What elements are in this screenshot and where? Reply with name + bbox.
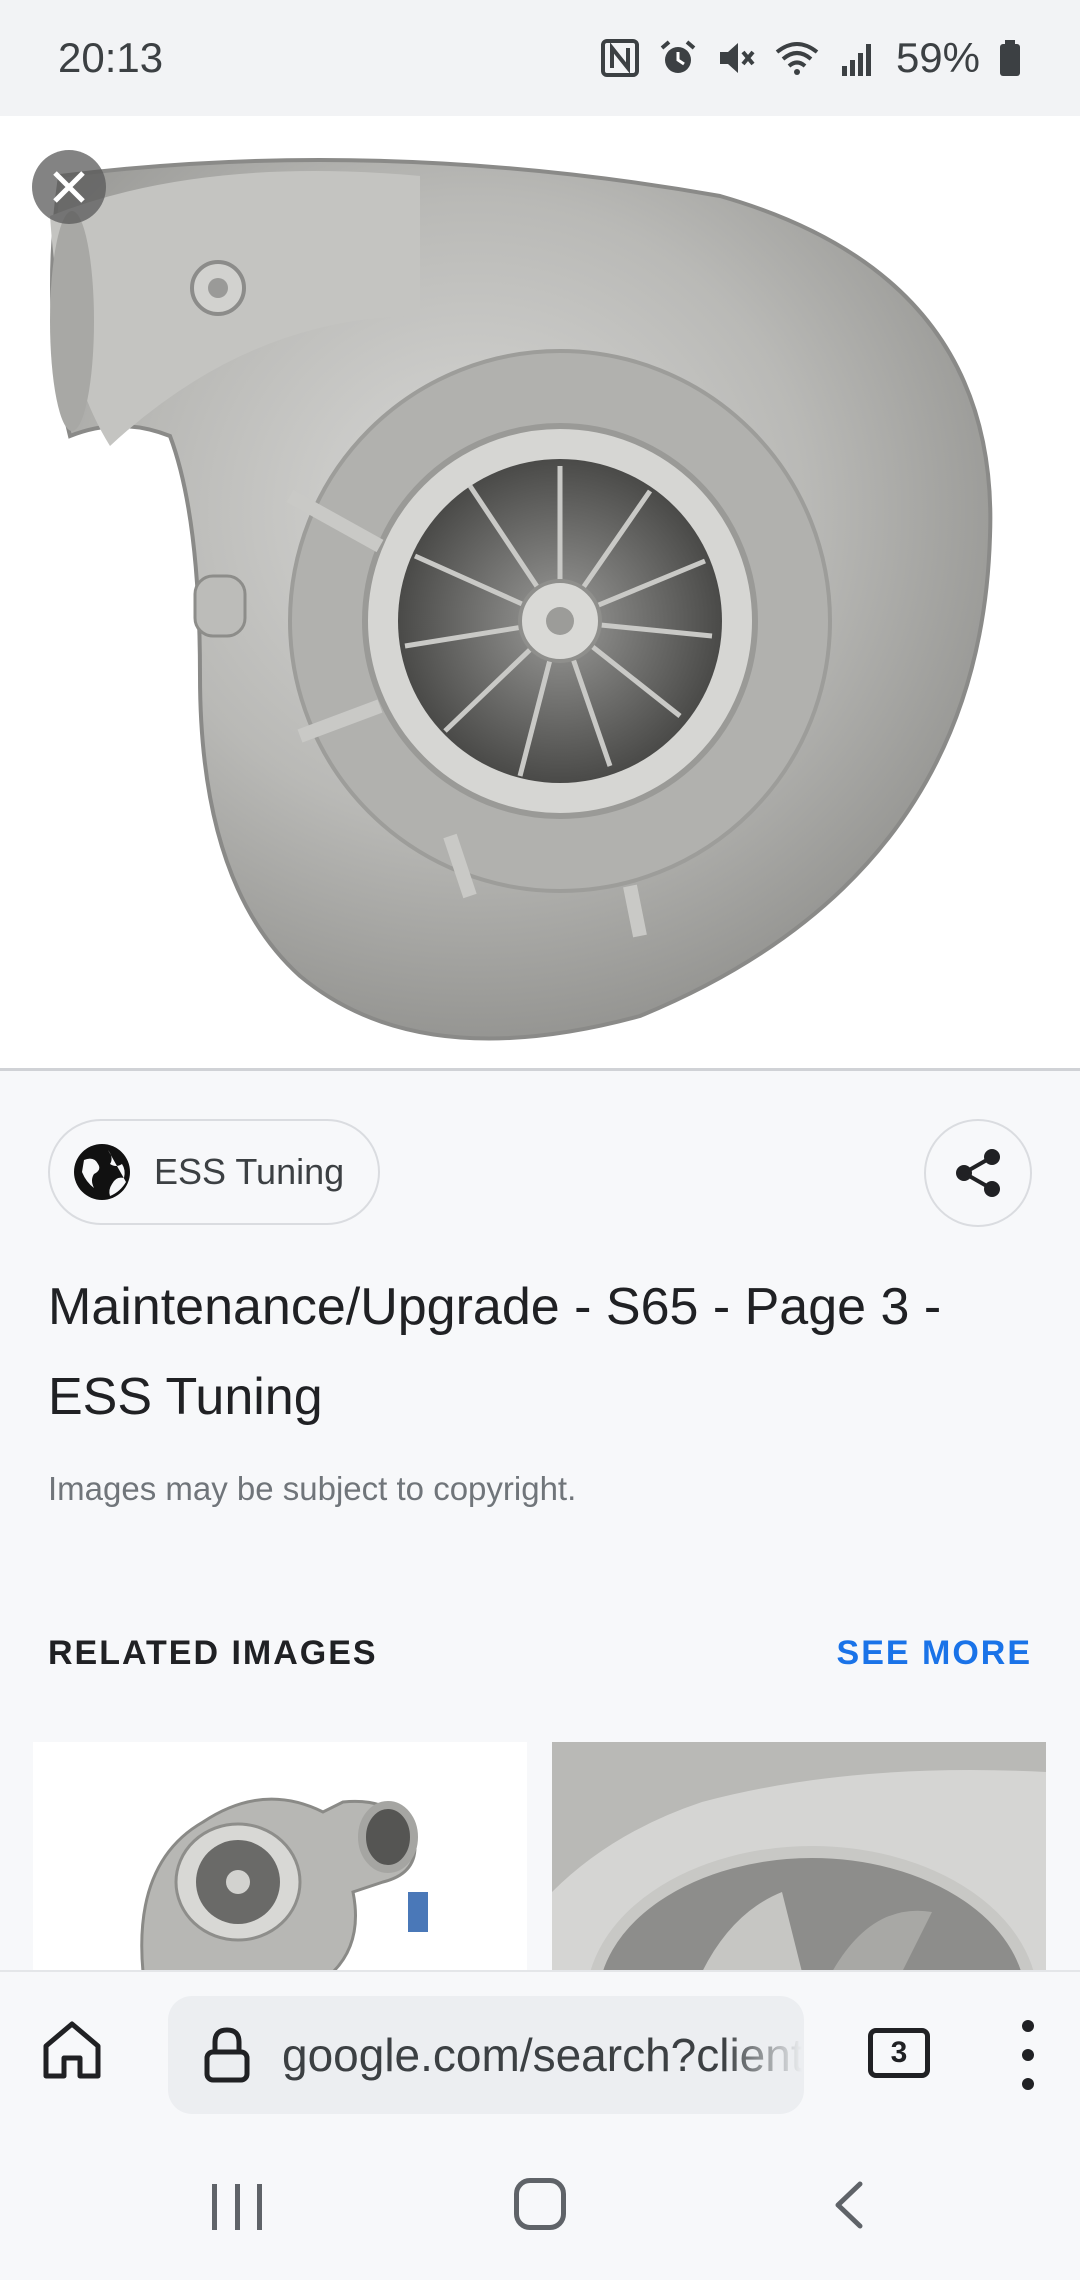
source-name: ESS Tuning: [154, 1151, 345, 1192]
mute-icon: [719, 43, 755, 73]
wifi-icon: [775, 42, 819, 75]
status-time: 20:13: [58, 34, 164, 81]
hero-divider: [0, 1068, 1080, 1071]
signal-icon: [841, 44, 871, 76]
nav-home-icon[interactable]: [514, 2178, 566, 2230]
share-button[interactable]: [924, 1119, 1032, 1227]
status-icons: 59%: [600, 34, 1022, 82]
recent-apps-icon[interactable]: [212, 2184, 262, 2230]
related-image-2[interactable]: [552, 1742, 1046, 1972]
system-nav-bar: [0, 2130, 1080, 2280]
see-more-link[interactable]: SEE MORE: [837, 1634, 1032, 1673]
turbocharger-thumbnail: [140, 1797, 428, 1972]
back-icon[interactable]: [826, 2180, 870, 2230]
globe-icon: [74, 1144, 130, 1200]
compressor-closeup-thumbnail: [552, 1742, 1046, 1972]
status-bar: 20:13 59%: [0, 0, 1080, 116]
source-chip[interactable]: ESS Tuning: [48, 1119, 381, 1225]
alarm-icon: [660, 40, 696, 73]
share-icon: [956, 1149, 1000, 1197]
url-text: google.com/search?client=: [282, 2029, 802, 2081]
related-image-1[interactable]: [33, 1742, 527, 1972]
page-title[interactable]: Maintenance/Upgrade - S65 - Page 3 - ESS…: [48, 1262, 1038, 1442]
url-bar[interactable]: google.com/search?client=: [168, 1996, 804, 2114]
nfc-icon: [600, 39, 639, 77]
browser-toolbar: google.com/search?client= 3: [0, 1970, 1080, 2130]
image-preview[interactable]: [0, 116, 1080, 1068]
battery-percent: 59%: [895, 34, 980, 81]
tab-switcher-button[interactable]: 3: [868, 2028, 930, 2078]
close-icon: [53, 171, 85, 203]
tab-count: 3: [890, 2036, 908, 2069]
home-icon[interactable]: [38, 2016, 106, 2084]
lock-icon[interactable]: [202, 2026, 252, 2084]
copyright-notice: Images may be subject to copyright.: [48, 1470, 577, 1507]
more-vert-icon[interactable]: [1010, 2020, 1046, 2090]
close-button[interactable]: [32, 150, 106, 224]
battery-icon: [1000, 40, 1020, 76]
turbocharger-image: [50, 158, 993, 1041]
related-images-heading: RELATED IMAGES: [48, 1634, 378, 1672]
